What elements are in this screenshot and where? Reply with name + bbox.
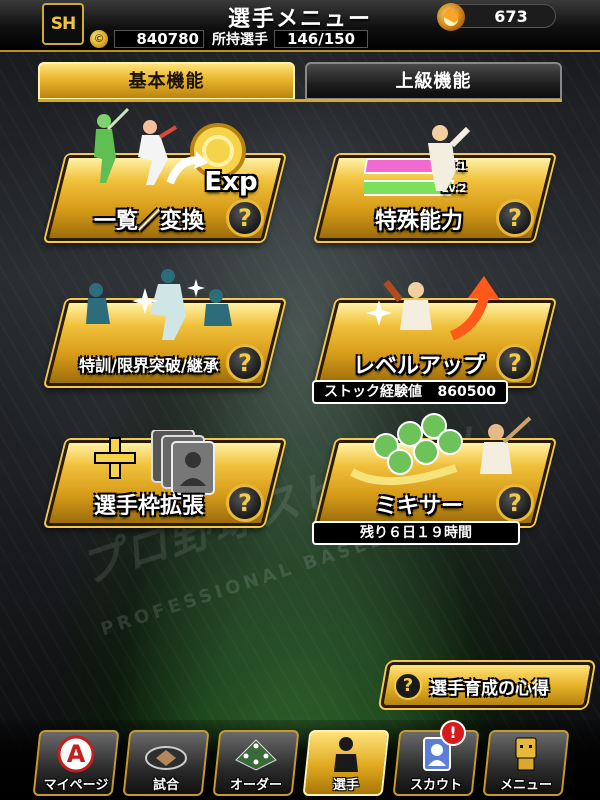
coin-balance: 840780 (114, 30, 204, 48)
training-guide-content[interactable]: ? 選手育成の心得 (394, 668, 584, 704)
special-ability-button[interactable]: Lv.1 Lv.2 特殊能力 ? (315, 125, 555, 241)
expand-slots-button[interactable]: 選手枠拡張 ? (45, 430, 285, 526)
flame-ball-icon (437, 3, 465, 31)
level-up-button[interactable]: レベルアップ ? (315, 276, 555, 386)
level-2-text: Lv.2 (441, 182, 467, 195)
training-button[interactable]: 特訓/限界突破/継承 ? (45, 269, 285, 386)
owned-players-label: 所持選手 (212, 32, 268, 48)
nav-players[interactable]: 選手 (302, 730, 390, 796)
team-logo-text: SH (50, 14, 77, 34)
team-logo-icon[interactable]: SH (42, 3, 84, 45)
robot-icon (502, 734, 550, 774)
expand-slots-label: 選手枠拡張 (93, 494, 204, 519)
list-convert-exp-text: Exp (204, 167, 258, 197)
nav-scout-label: スカウト (409, 778, 462, 793)
stock-exp-label: ストック経験値 (324, 384, 422, 400)
nav-players-label: 選手 (332, 778, 359, 793)
stadium-icon (142, 734, 190, 774)
nav-menu-label: メニュー (499, 778, 552, 793)
mixer-label: ミキサー (374, 494, 463, 519)
level-up-label: レベルアップ (352, 354, 485, 379)
help-button[interactable]: ? (226, 199, 264, 237)
nav-match[interactable]: 試合 (122, 730, 210, 796)
header-bar: SH 選手メニュー © 840780 所持選手 146/150 673 (0, 0, 600, 52)
mixer-time-remaining: 残り６日１９時間 (312, 521, 520, 545)
svg-text:A: A (67, 740, 86, 768)
help-button[interactable]: ? (226, 484, 264, 522)
nav-order-label: オーダー (229, 778, 282, 793)
owned-players-count: 146/150 (274, 30, 368, 48)
tab-advanced-functions[interactable]: 上級機能 (305, 62, 562, 100)
level-1-text: Lv.1 (441, 160, 467, 173)
nav-mypage-label: マイページ (43, 778, 109, 793)
premium-currency-value: 673 (494, 7, 528, 26)
training-guide-label: 選手育成の心得 (430, 678, 549, 699)
tab-basic-functions[interactable]: 基本機能 (38, 62, 295, 100)
scout-notification-badge: ! (440, 720, 466, 746)
nav-order[interactable]: オーダー (212, 730, 300, 796)
help-button[interactable]: ? (226, 344, 264, 382)
special-ability-label: 特殊能力 (374, 209, 463, 234)
training-label: 特訓/限界突破/継承 (79, 356, 219, 375)
help-button[interactable]: ? (496, 484, 534, 522)
question-icon: ? (394, 672, 422, 700)
premium-currency[interactable]: 673 (437, 3, 556, 31)
stock-exp-value: 860500 (437, 384, 496, 400)
nav-menu[interactable]: メニュー (482, 730, 570, 796)
help-button[interactable]: ? (496, 199, 534, 237)
tab-underline (38, 99, 562, 102)
currency-row: © 840780 所持選手 146/150 (90, 29, 368, 49)
nav-match-label: 試合 (152, 778, 179, 793)
coin-icon: © (90, 30, 108, 48)
nav-mypage[interactable]: A マイページ (32, 730, 120, 796)
list-convert-button[interactable]: Exp 一覧／変換 ? (45, 107, 285, 241)
a-logo-icon: A (52, 734, 100, 774)
stock-exp-bar: ストック経験値 860500 (312, 380, 508, 404)
field-lineup-icon (232, 734, 280, 774)
list-convert-label: 一覧／変換 (93, 209, 204, 234)
mixer-button[interactable]: ミキサー ? (315, 413, 555, 526)
player-icon (322, 734, 370, 774)
help-button[interactable]: ? (496, 344, 534, 382)
